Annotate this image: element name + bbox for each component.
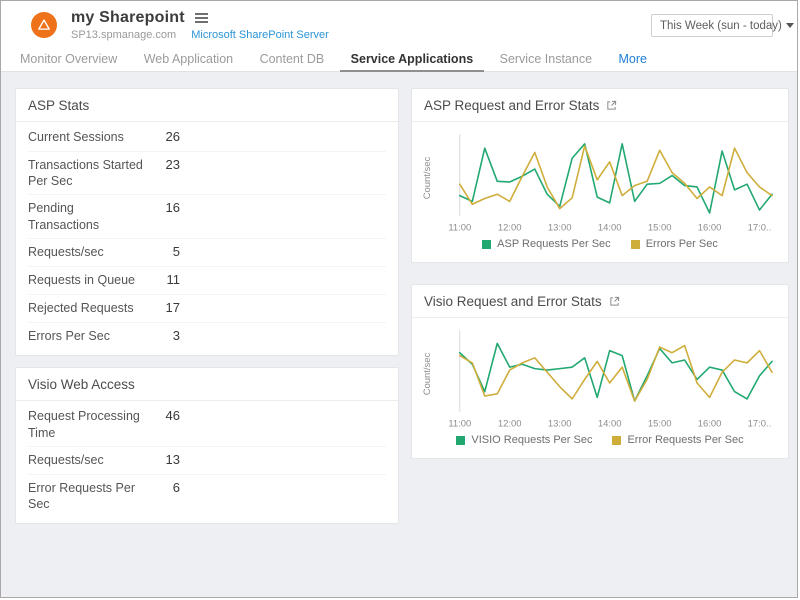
time-range-value: This Week (sun - today) xyxy=(660,20,782,32)
visio-chart-card: Visio Request and Error Stats 11:00 12:00… xyxy=(411,284,789,459)
svg-text:16:00: 16:00 xyxy=(698,419,722,430)
svg-text:14:00: 14:00 xyxy=(598,223,622,234)
stat-row: Requests/sec13 xyxy=(28,446,386,474)
page-title: my Sharepoint xyxy=(71,9,185,27)
open-in-new-icon[interactable] xyxy=(609,296,620,307)
visio-stats-card: Visio Web Access Request Processing Time… xyxy=(15,367,399,524)
asp-stats-card: ASP Stats Current Sessions26 Transaction… xyxy=(15,88,399,356)
svg-text:13:00: 13:00 xyxy=(548,223,572,234)
tab-more[interactable]: More xyxy=(607,49,657,72)
svg-text:14:00: 14:00 xyxy=(598,419,622,430)
stat-value: 26 xyxy=(146,129,180,146)
svg-text:11:00: 11:00 xyxy=(448,223,471,234)
stat-value: 3 xyxy=(146,328,180,345)
stat-label: Requests/sec xyxy=(28,452,146,469)
svg-text:13:00: 13:00 xyxy=(548,419,572,430)
stat-value: 13 xyxy=(146,452,180,469)
stat-value: 11 xyxy=(146,272,180,289)
svg-text:15:00: 15:00 xyxy=(648,223,672,234)
stat-label: Error Requests Per Sec xyxy=(28,480,146,513)
stat-value: 46 xyxy=(146,408,180,441)
server-type-link[interactable]: Microsoft SharePoint Server xyxy=(191,29,329,41)
time-range-select[interactable]: This Week (sun - today) xyxy=(651,14,773,37)
stat-row: Pending Transactions16 xyxy=(28,194,386,238)
monitor-host: SP13.spmanage.com xyxy=(71,29,176,41)
header: my Sharepoint SP13.spmanage.com Microsof… xyxy=(1,1,797,49)
stat-value: 6 xyxy=(146,480,180,513)
asp-stats-title: ASP Stats xyxy=(16,89,398,122)
monitor-alert-icon xyxy=(31,12,57,38)
svg-text:15:00: 15:00 xyxy=(648,419,672,430)
dashboard-content: ASP Stats Current Sessions26 Transaction… xyxy=(1,72,797,598)
asp-stats-table: Current Sessions26 Transactions Started … xyxy=(16,122,398,355)
asp-chart-card: ASP Request and Error Stats 11:00 12:00 13… xyxy=(411,88,789,263)
stat-label: Pending Transactions xyxy=(28,200,146,233)
caret-down-icon xyxy=(786,23,794,28)
tab-content-db[interactable]: Content DB xyxy=(249,49,336,72)
svg-text:11:00: 11:00 xyxy=(448,419,471,430)
legend-swatch-green xyxy=(456,436,465,445)
asp-chart-legend: ASP Requests Per Sec Errors Per Sec xyxy=(412,234,788,262)
svg-text:Count/sec: Count/sec xyxy=(422,352,433,395)
app-window: my Sharepoint SP13.spmanage.com Microsof… xyxy=(0,0,798,598)
stat-row: Requests in Queue11 xyxy=(28,266,386,294)
visio-stats-table: Request Processing Time46 Requests/sec13… xyxy=(16,401,398,523)
visio-requests-errors-chart: 11:00 12:00 13:00 14:00 15:00 16:00 17:0.. Coun… xyxy=(420,324,780,430)
menu-icon[interactable] xyxy=(195,13,208,23)
stat-row: Request Processing Time46 xyxy=(28,403,386,446)
stat-row: Transactions Started Per Sec23 xyxy=(28,151,386,195)
stat-value: 17 xyxy=(146,300,180,317)
legend-asp-requests[interactable]: ASP Requests Per Sec xyxy=(482,238,611,250)
stat-label: Transactions Started Per Sec xyxy=(28,157,146,190)
tab-service-instance[interactable]: Service Instance xyxy=(489,49,603,72)
asp-chart-title: ASP Request and Error Stats xyxy=(424,98,599,113)
asp-chart-header: ASP Request and Error Stats xyxy=(412,89,788,122)
legend-errors-per-sec[interactable]: Errors Per Sec xyxy=(631,238,718,250)
svg-text:17:0..: 17:0.. xyxy=(748,223,772,234)
tab-bar: Monitor Overview Web Application Content… xyxy=(1,49,797,72)
title-block: my Sharepoint SP13.spmanage.com Microsof… xyxy=(71,9,329,49)
svg-text:12:00: 12:00 xyxy=(498,419,522,430)
tab-service-applications[interactable]: Service Applications xyxy=(340,49,485,72)
visio-chart-legend: VISIO Requests Per Sec Error Requests Pe… xyxy=(412,430,788,458)
stat-label: Current Sessions xyxy=(28,129,146,146)
tab-monitor-overview[interactable]: Monitor Overview xyxy=(9,49,128,72)
stat-label: Rejected Requests xyxy=(28,300,146,317)
stat-label: Errors Per Sec xyxy=(28,328,146,345)
stat-value: 16 xyxy=(146,200,180,233)
stat-label: Requests/sec xyxy=(28,244,146,261)
legend-visio-requests[interactable]: VISIO Requests Per Sec xyxy=(456,434,592,446)
stat-row: Current Sessions26 xyxy=(28,124,386,151)
asp-requests-errors-chart: 11:00 12:00 13:00 14:00 15:00 16:00 17:0.. Coun… xyxy=(420,128,780,234)
stat-row: Error Requests Per Sec6 xyxy=(28,474,386,518)
visio-stats-title: Visio Web Access xyxy=(16,368,398,401)
visio-chart-title: Visio Request and Error Stats xyxy=(424,294,602,309)
svg-text:Count/sec: Count/sec xyxy=(422,156,433,199)
stat-value: 5 xyxy=(146,244,180,261)
stat-value: 23 xyxy=(146,157,180,190)
legend-swatch-green xyxy=(482,240,491,249)
legend-swatch-gold xyxy=(631,240,640,249)
left-column: ASP Stats Current Sessions26 Transaction… xyxy=(15,88,399,598)
stat-label: Request Processing Time xyxy=(28,408,146,441)
visio-chart-header: Visio Request and Error Stats xyxy=(412,285,788,318)
legend-error-requests[interactable]: Error Requests Per Sec xyxy=(612,434,743,446)
right-column: ASP Request and Error Stats 11:00 12:00 13… xyxy=(411,88,789,598)
stat-label: Requests in Queue xyxy=(28,272,146,289)
stat-row: Requests/sec5 xyxy=(28,238,386,266)
svg-text:17:0..: 17:0.. xyxy=(748,419,772,430)
alert-triangle-icon xyxy=(35,16,53,34)
svg-text:12:00: 12:00 xyxy=(498,223,522,234)
stat-row: Errors Per Sec3 xyxy=(28,322,386,350)
svg-text:16:00: 16:00 xyxy=(698,223,722,234)
stat-row: Rejected Requests17 xyxy=(28,294,386,322)
tab-web-application[interactable]: Web Application xyxy=(133,49,244,72)
legend-swatch-gold xyxy=(612,436,621,445)
open-in-new-icon[interactable] xyxy=(606,100,617,111)
